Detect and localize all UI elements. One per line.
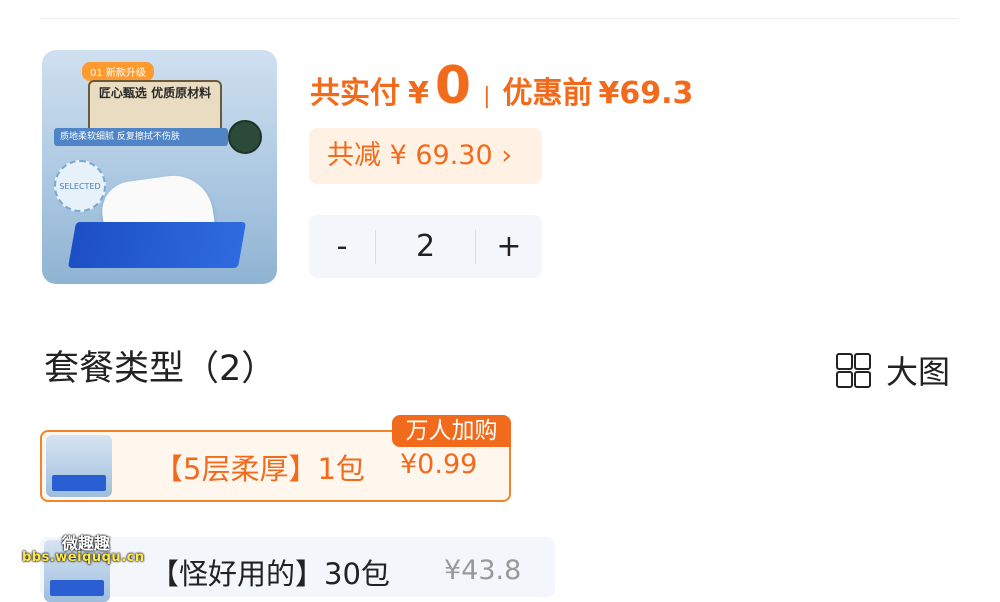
grid-icon — [836, 353, 871, 388]
option-price: ¥0.99 — [400, 449, 478, 480]
quantity-value[interactable]: 2 — [376, 229, 475, 264]
paid-label: 共实付 — [310, 76, 400, 111]
site-watermark: 微趣趣 bbs.weiququ.cn — [22, 530, 182, 582]
increase-button[interactable]: + — [476, 229, 542, 264]
tissue-box-graphic — [67, 222, 247, 268]
before-amount: ¥69.3 — [598, 76, 694, 111]
package-type-title: 套餐类型（2） — [44, 349, 277, 389]
product-image[interactable]: 01 新款升级 匠心甄选 优质原材料 质地柔软细腻 反复擦拭不伤肤 SELECT… — [42, 50, 277, 284]
popular-badge: 万人加购 — [392, 415, 511, 447]
large-view-toggle[interactable]: 大图 — [836, 347, 950, 393]
option-price: ¥43.8 — [444, 555, 522, 586]
discount-detail-button[interactable]: 共减 ¥ 69.30 › — [309, 128, 542, 184]
top-divider — [40, 18, 958, 19]
large-view-label: 大图 — [886, 353, 951, 391]
image-subtitle: 质地柔软细腻 反复擦拭不伤肤 — [54, 128, 228, 146]
mascot-icon — [228, 120, 262, 154]
currency-symbol: ¥ — [408, 76, 429, 111]
quantity-stepper: - 2 + — [309, 215, 542, 278]
before-label: 优惠前 — [502, 76, 593, 111]
watermark-url: bbs.weiququ.cn — [22, 550, 145, 565]
decrease-button[interactable]: - — [309, 229, 375, 264]
price-separator: | — [483, 84, 491, 109]
selected-seal: SELECTED — [54, 160, 106, 212]
paid-amount: 0 — [434, 56, 472, 116]
option-label: 【怪好用的】30包 — [150, 557, 390, 591]
option-label: 【5层柔厚】1包 — [154, 452, 365, 486]
payment-summary: 共实付 ¥ 0 | 优惠前 ¥69.3 — [310, 56, 693, 116]
option-thumbnail — [46, 435, 112, 497]
image-tag: 01 新款升级 — [82, 62, 154, 81]
